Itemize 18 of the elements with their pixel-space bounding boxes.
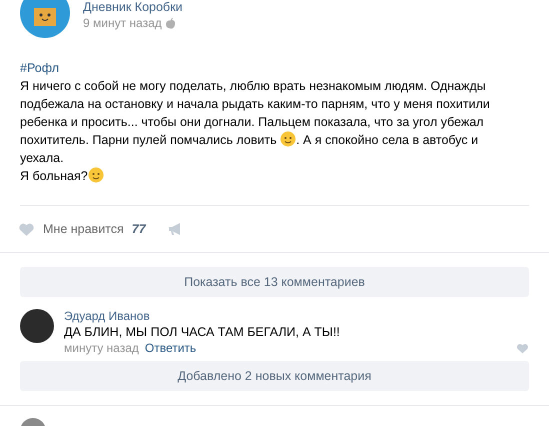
community-avatar[interactable] bbox=[20, 0, 70, 38]
commenter-name[interactable]: Эдуард Иванов bbox=[64, 309, 529, 323]
heart-icon bbox=[516, 342, 529, 354]
heart-icon bbox=[18, 220, 35, 238]
like-button[interactable]: Мне нравится 77 bbox=[18, 220, 146, 238]
commenter-avatar[interactable] bbox=[20, 309, 54, 343]
post-text: Я ничего с собой не могу поделать, люблю врать незнакомым людям. Однажды подбежала на остановку и начала рыдать каким-то парням, что у меня похитили ребенка и просить... чтобы они догнали. Пальцем показала, что за угол убежал похититель. Парни пулей помчались ловить . А я спокойно села в автобус и уехала. Я больная? bbox=[20, 78, 491, 185]
apple-icon bbox=[166, 18, 175, 28]
new-comments-button[interactable]: Добавлено 2 новых комментария bbox=[20, 361, 529, 391]
reply-link[interactable]: Ответить bbox=[144, 341, 196, 355]
post-time[interactable]: 9 минут назад bbox=[83, 16, 162, 30]
author-name[interactable]: Дневник Коробки bbox=[83, 0, 183, 15]
hashtag-link[interactable]: #Рофл bbox=[20, 59, 510, 77]
show-all-comments-button[interactable]: Показать все 13 комментариев bbox=[20, 267, 529, 297]
comment-time: минуту назад bbox=[64, 341, 139, 355]
comment-text: ДА БЛИН, МЫ ПОЛ ЧАСА ТАМ БЕГАЛИ, А ТЫ!! bbox=[64, 325, 341, 339]
emoji-icon bbox=[280, 131, 296, 147]
emoji-icon bbox=[88, 167, 104, 183]
